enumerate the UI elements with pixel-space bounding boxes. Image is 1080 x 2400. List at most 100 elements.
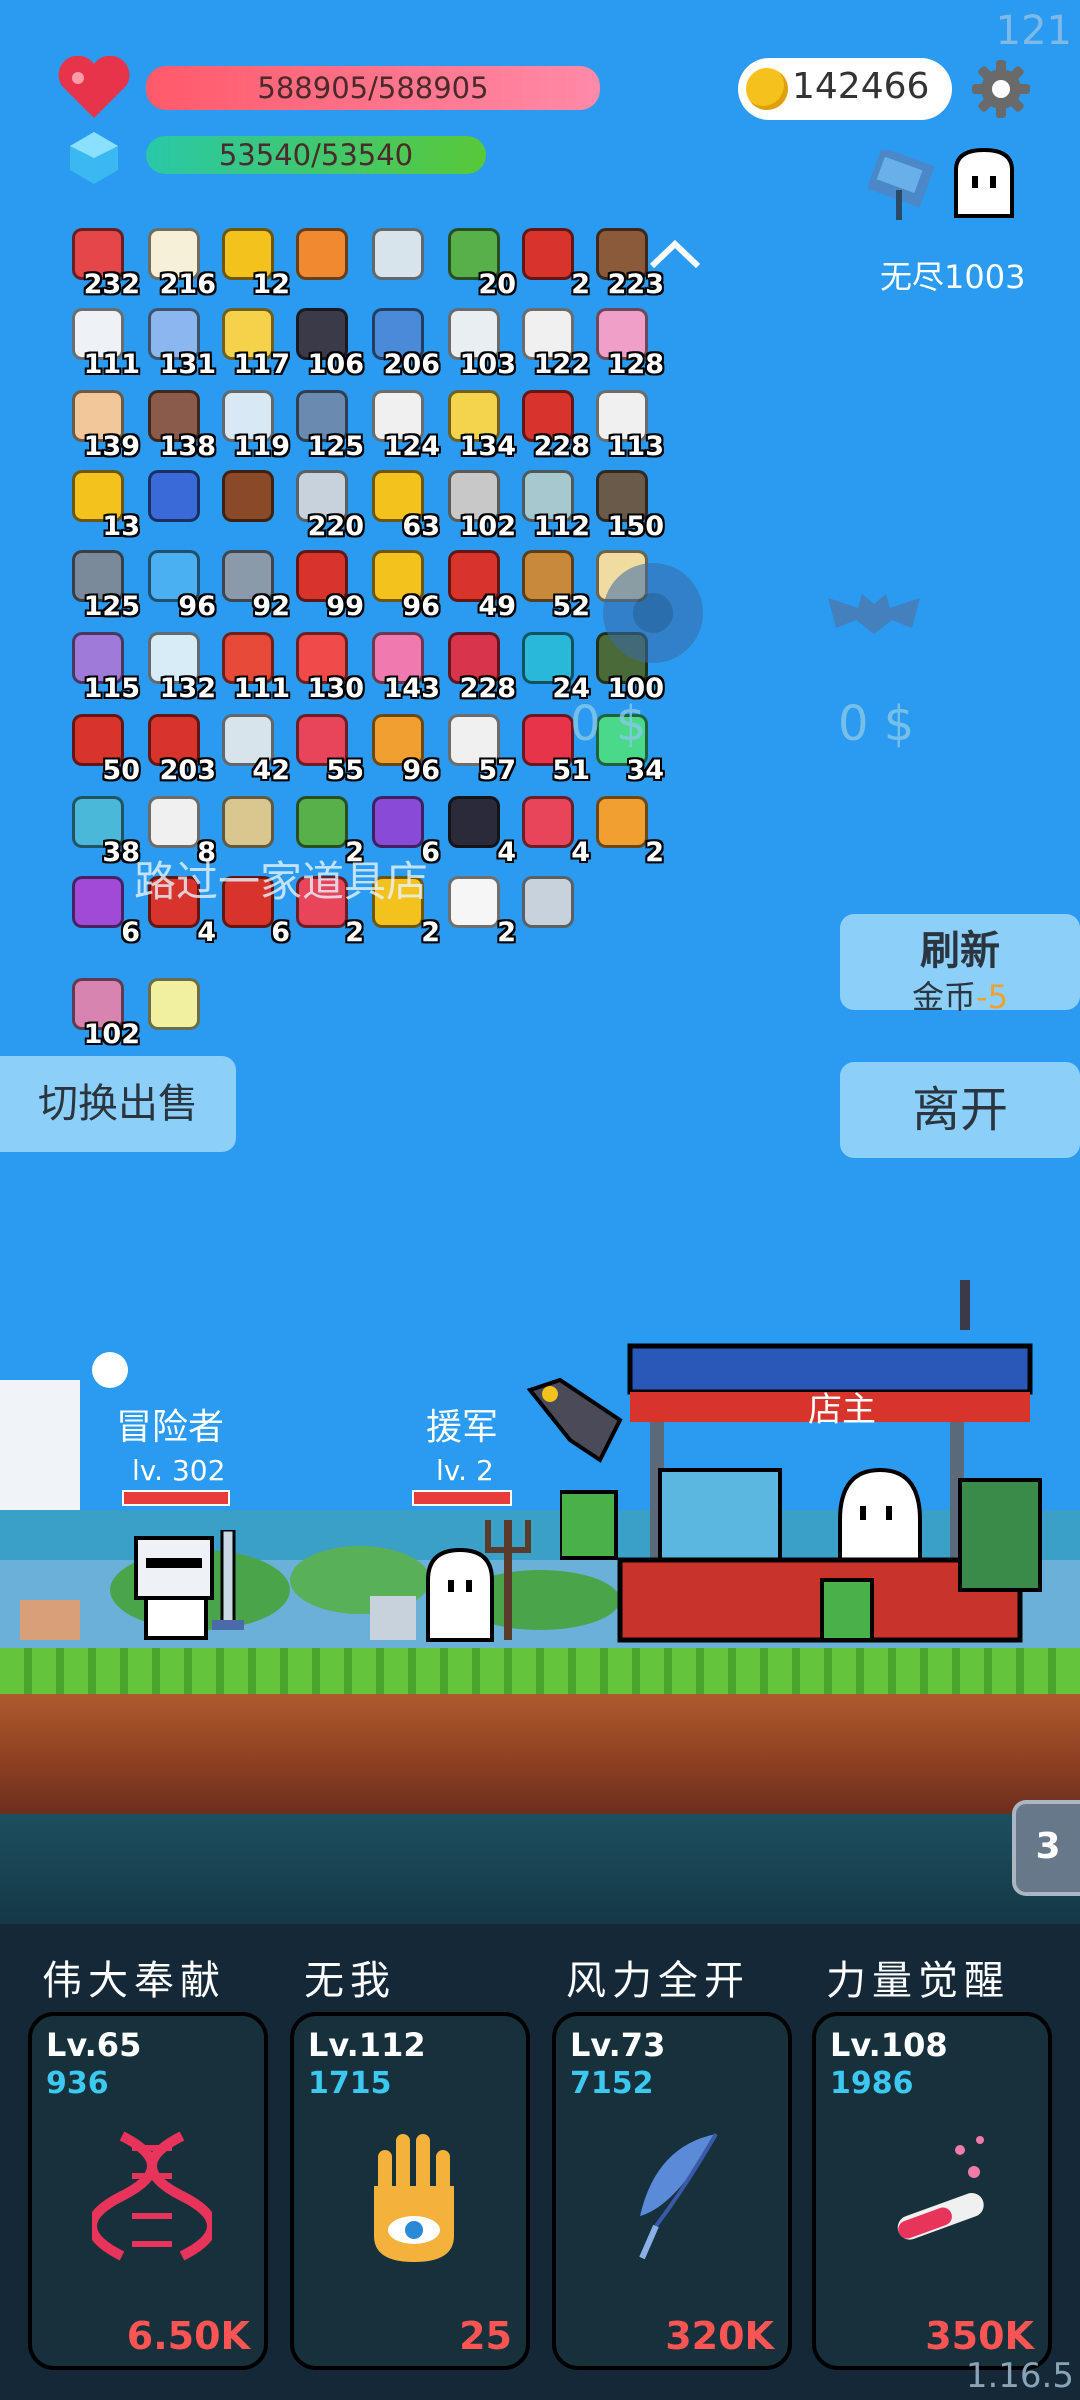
skill-card[interactable]: Lv.73 7152 320K: [552, 2012, 792, 2370]
steak-icon: [522, 796, 574, 848]
settings-gear-icon[interactable]: [970, 58, 1032, 120]
inventory-item[interactable]: 132: [142, 628, 216, 704]
inventory-item[interactable]: [142, 466, 212, 536]
inventory-item[interactable]: 232: [66, 224, 140, 300]
eye-hand-icon: [354, 2126, 474, 2266]
hp-bar: 588905/588905: [146, 66, 600, 110]
inventory-item[interactable]: 2: [442, 872, 516, 948]
version-label: 1.16.5: [965, 2356, 1074, 2396]
inventory-item[interactable]: 220: [290, 466, 364, 542]
noose-icon: [222, 796, 274, 848]
inventory-item[interactable]: 55: [290, 710, 364, 786]
inventory-item[interactable]: 122: [516, 304, 590, 380]
inventory-item[interactable]: 111: [66, 304, 140, 380]
inventory-item[interactable]: 106: [290, 304, 364, 380]
inventory-item[interactable]: 131: [142, 304, 216, 380]
inventory-item[interactable]: 216: [142, 224, 216, 300]
inventory-item[interactable]: 20: [442, 224, 516, 300]
inventory-item[interactable]: 4: [442, 792, 516, 868]
inventory-item[interactable]: 130: [290, 628, 364, 704]
inventory-item[interactable]: 124: [366, 386, 440, 462]
inventory-item[interactable]: [142, 974, 212, 1044]
item-count: 57: [478, 755, 516, 786]
inventory-item[interactable]: 102: [66, 974, 140, 1050]
inventory-item[interactable]: [290, 224, 360, 294]
item-count: 2: [571, 269, 590, 300]
inventory-item[interactable]: 96: [366, 710, 440, 786]
inventory-item[interactable]: 92: [216, 546, 290, 622]
inventory-item[interactable]: 42: [216, 710, 290, 786]
inventory-item[interactable]: 50: [66, 710, 140, 786]
inventory-item[interactable]: 119: [216, 386, 290, 462]
item-count: 206: [383, 349, 440, 380]
inventory-item[interactable]: 113: [590, 386, 664, 462]
inventory-item[interactable]: 228: [442, 628, 516, 704]
item-count: 6: [121, 917, 140, 948]
inventory-item[interactable]: 102: [442, 466, 516, 542]
item-count: 131: [159, 349, 216, 380]
wave-counter-tab[interactable]: 3: [1012, 1800, 1080, 1896]
skill-card[interactable]: Lv.108 1986 350K: [812, 2012, 1052, 2370]
inventory-item[interactable]: 111: [216, 628, 290, 704]
inventory-item[interactable]: 12: [216, 224, 290, 300]
item-count: 96: [178, 591, 216, 622]
magnifier-icon: [372, 228, 424, 280]
item-count: 55: [326, 755, 364, 786]
shop-title: 路过一家道具店: [134, 857, 429, 906]
inventory-item[interactable]: 134: [442, 386, 516, 462]
inventory-item[interactable]: 63: [366, 466, 440, 542]
inventory-item[interactable]: 112: [516, 466, 590, 542]
skill-title: 风力全开: [566, 1958, 750, 2004]
inventory-item[interactable]: 38: [66, 792, 140, 868]
inventory-item[interactable]: 2: [590, 792, 664, 868]
inventory-item[interactable]: 139: [66, 386, 140, 462]
inventory-item[interactable]: 138: [142, 386, 216, 462]
inventory-item[interactable]: [366, 224, 436, 294]
inventory-item[interactable]: 128: [590, 304, 664, 380]
inventory-item[interactable]: 2: [516, 224, 590, 300]
fps-counter: 121: [995, 8, 1072, 54]
inventory-item[interactable]: 203: [142, 710, 216, 786]
test-tube-icon: [876, 2126, 996, 2266]
item-count: 150: [607, 511, 664, 542]
inventory-item[interactable]: 228: [516, 386, 590, 462]
shop-shield-icon[interactable]: [600, 560, 706, 666]
inventory-item[interactable]: 150: [590, 466, 664, 542]
inventory-item[interactable]: 125: [66, 546, 140, 622]
inventory-item[interactable]: 52: [516, 546, 590, 622]
inventory-item[interactable]: 13: [66, 466, 140, 542]
leave-button[interactable]: 离开: [840, 1062, 1080, 1158]
inventory-item[interactable]: 49: [442, 546, 516, 622]
inventory-item[interactable]: 143: [366, 628, 440, 704]
item-count: 2: [497, 917, 516, 948]
coin-icon: [746, 68, 788, 110]
skill-title: 力量觉醒: [826, 1958, 1010, 2004]
skill-card[interactable]: Lv.112 1715 25: [290, 2012, 530, 2370]
switch-sell-button[interactable]: 切换出售: [0, 1056, 236, 1152]
inventory-item[interactable]: 6: [66, 872, 140, 948]
item-count: 102: [83, 1019, 140, 1050]
skill-value: 1715: [308, 2066, 392, 2101]
item-count: 4: [571, 837, 590, 868]
inventory-item[interactable]: [516, 872, 586, 942]
inventory-item[interactable]: 24: [516, 628, 590, 704]
inventory-item[interactable]: 206: [366, 304, 440, 380]
inventory-item[interactable]: 115: [66, 628, 140, 704]
skill-card[interactable]: Lv.65 936 6.50K: [28, 2012, 268, 2370]
shop-price-right: 0 $: [838, 696, 915, 752]
inventory-item[interactable]: 99: [290, 546, 364, 622]
item-count: 34: [626, 755, 664, 786]
inventory-item[interactable]: 117: [216, 304, 290, 380]
inventory-item[interactable]: 96: [366, 546, 440, 622]
inventory-item[interactable]: 96: [142, 546, 216, 622]
inventory-item[interactable]: [216, 466, 286, 536]
item-count: 4: [197, 917, 216, 948]
chevron-up-icon[interactable]: [646, 236, 704, 272]
inventory-item[interactable]: 57: [442, 710, 516, 786]
refresh-button[interactable]: 刷新 金币-5: [840, 914, 1080, 1016]
inventory-item[interactable]: 125: [290, 386, 364, 462]
item-count: 232: [83, 269, 140, 300]
inventory-item[interactable]: 103: [442, 304, 516, 380]
shop-bat-icon[interactable]: [820, 584, 928, 648]
inventory-item[interactable]: 4: [516, 792, 590, 868]
